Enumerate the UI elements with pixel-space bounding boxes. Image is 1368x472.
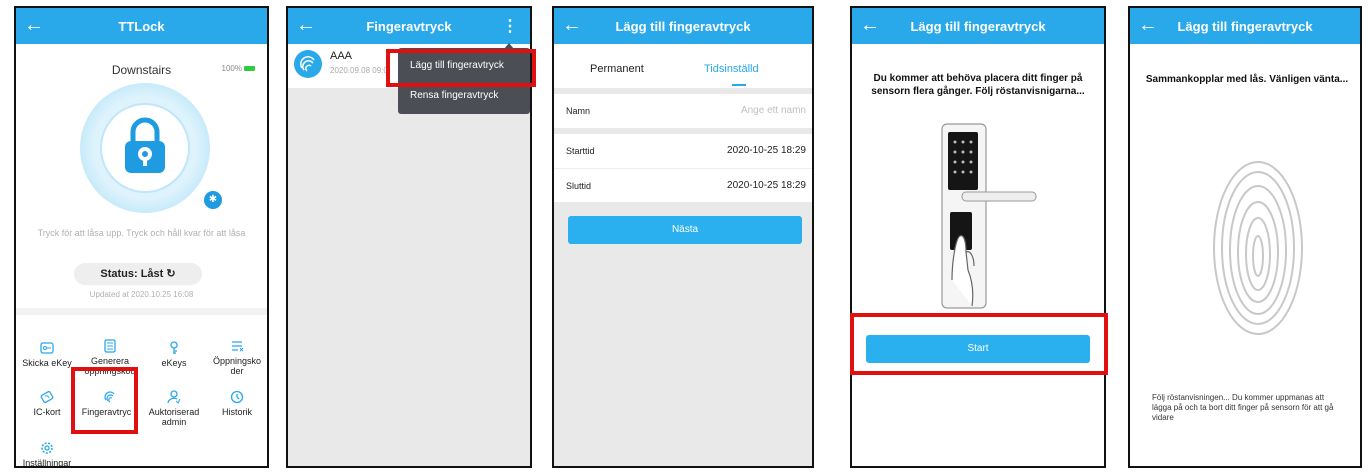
highlight-add-fingerprint (386, 49, 536, 87)
status-badge[interactable]: Status: Låst ↻ (74, 263, 202, 285)
feature-ekeys[interactable]: eKeys (143, 341, 205, 368)
follow-instructions: Följ röstanvisningen... Du kommer uppman… (1152, 393, 1334, 422)
unlock-hint: Tryck för att låsa upp. Tryck och håll k… (37, 228, 246, 238)
status-text: Status: Låst (100, 268, 164, 280)
top-bar: ← Lägg till fingeravtryck (554, 8, 812, 44)
feature-label: Skicka eKey (22, 358, 72, 368)
add-fingerprint-form-screen: ← Lägg till fingeravtryck Permanent Tids… (552, 6, 814, 468)
page-title: Lägg till fingeravtryck (1177, 19, 1313, 34)
battery-icon (244, 66, 255, 72)
fingerprint-pairing-screen: ← Lägg till fingeravtryck Sammankopplar … (1128, 6, 1362, 468)
ttlock-home-screen: ← TTLock Downstairs 100% ✱ Tryck för att… (14, 6, 269, 468)
keypad-code-icon (104, 339, 116, 353)
settings-icon (41, 442, 53, 454)
name-label: Namn (566, 106, 591, 116)
padlock-icon (119, 116, 171, 181)
updated-timestamp: Updated at 2020.10.25 16:08 (89, 290, 194, 299)
feature-label: IC-kort (33, 407, 61, 417)
tab-timed[interactable]: Tidsinställd (704, 63, 759, 75)
start-time-row[interactable]: Starttid 2020-10-25 18:29 (554, 134, 812, 168)
start-time-value[interactable]: 2020-10-25 18:29 (727, 145, 806, 156)
feature-ic-card[interactable]: IC-kort (16, 390, 78, 417)
ekeys-icon (170, 341, 178, 354)
item-date: 2020.09.08 09:0 (330, 66, 388, 75)
feature-label: Inställningar (22, 458, 72, 468)
history-icon (230, 390, 244, 404)
end-time-label: Sluttid (566, 181, 592, 191)
instruction-text: Du kommer att behöva placera ditt finger… (871, 73, 1085, 97)
more-menu-icon[interactable]: ⋮ (502, 16, 518, 36)
feature-passcodes[interactable]: Öppningsko der (206, 339, 267, 376)
feature-label: Auktoriserad admin (148, 407, 200, 427)
highlight-start-button (850, 313, 1108, 375)
pairing-status: Sammankopplar med lås. Vänligen vänta... (1145, 74, 1349, 85)
top-bar: ← Fingeravtryck ⋮ (288, 8, 530, 44)
feature-label: eKeys (161, 358, 187, 368)
battery-level: 100% (221, 64, 242, 73)
fingerprint-instructions-screen: ← Lägg till fingeravtryck Du kommer att … (850, 6, 1106, 468)
feature-label: Historik (221, 407, 252, 417)
refresh-icon[interactable]: ↻ (166, 268, 175, 280)
name-field-row[interactable]: Namn Ange ett namn (554, 94, 812, 128)
start-time-label: Starttid (566, 146, 595, 156)
ic-card-icon (40, 390, 54, 404)
highlight-fingerprint-feature (71, 367, 138, 434)
menu-item-clear-fingerprints[interactable]: Rensa fingeravtryck (410, 90, 498, 101)
top-bar: ← Lägg till fingeravtryck (1130, 8, 1360, 44)
section-divider (16, 308, 267, 315)
page-title: Fingeravtryck (366, 19, 452, 34)
fingerprint-avatar-icon (294, 50, 322, 78)
page-title: Lägg till fingeravtryck (615, 19, 751, 34)
top-bar: ← Lägg till fingeravtryck (852, 8, 1104, 44)
name-input[interactable]: Ange ett namn (741, 105, 806, 116)
top-bar: ← TTLock (16, 8, 267, 44)
remote-unlock-icon[interactable]: ✱ (204, 191, 222, 209)
passcodes-icon (232, 341, 244, 352)
fingerprint-graphic-icon (1210, 158, 1306, 343)
feature-authorized-admin[interactable]: Auktoriserad admin (143, 390, 205, 427)
next-button[interactable]: Nästa (568, 216, 802, 244)
feature-label: Öppningsko der (212, 356, 262, 376)
admin-icon (167, 390, 181, 404)
active-tab-indicator (732, 84, 746, 86)
door-lock-illustration (912, 120, 1042, 325)
item-name: AAA (330, 50, 353, 62)
feature-history[interactable]: Historik (206, 390, 267, 417)
end-time-value[interactable]: 2020-10-25 18:29 (727, 180, 806, 191)
tab-permanent[interactable]: Permanent (590, 63, 644, 75)
end-time-row[interactable]: Sluttid 2020-10-25 18:29 (554, 168, 812, 202)
page-title: Lägg till fingeravtryck (910, 19, 1046, 34)
tab-bar: Permanent Tidsinställd (554, 44, 812, 88)
battery-indicator: 100% (222, 64, 255, 73)
send-ekey-icon (40, 342, 54, 354)
feature-settings[interactable]: Inställningar (16, 441, 78, 468)
app-title: TTLock (118, 19, 165, 34)
feature-send-ekey[interactable]: Skicka eKey (16, 341, 78, 368)
